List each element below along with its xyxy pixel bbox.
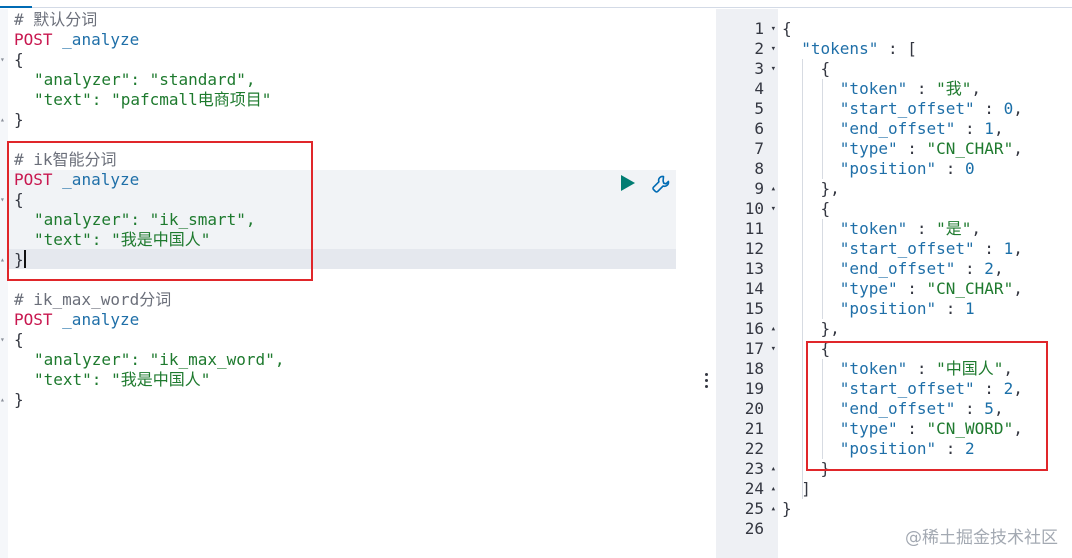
watermark: @稀土掘金技术社区 bbox=[905, 528, 1058, 548]
line-number: 16 ▴ bbox=[744, 319, 776, 339]
response-line[interactable]: }, bbox=[782, 319, 840, 339]
send-request-button[interactable] bbox=[620, 174, 636, 192]
response-line[interactable]: "type" : "CN_CHAR", bbox=[782, 279, 1023, 299]
line-number: 24 ▴ bbox=[744, 479, 776, 499]
fold-down-icon[interactable]: ▾ bbox=[771, 59, 776, 79]
comment-line[interactable]: # 默认分词 bbox=[14, 10, 97, 30]
line-number: 18 bbox=[744, 359, 764, 378]
response-line[interactable]: { bbox=[782, 59, 831, 79]
request-editor[interactable]: # 默认分词 POST _analyze { "analyzer": "stan… bbox=[0, 9, 692, 558]
line-number: 3 ▾ bbox=[754, 59, 776, 79]
line-number: 12 bbox=[744, 239, 764, 258]
line-number: 19 bbox=[744, 379, 764, 398]
request-editor-gutter bbox=[0, 9, 8, 558]
fold-up-icon[interactable]: ▴ bbox=[771, 459, 776, 479]
active-tab-indicator bbox=[0, 6, 32, 8]
line-number: 10 ▾ bbox=[744, 199, 776, 219]
response-gutter: 1 ▾ 2 ▾ 3 ▾ 4 5 6 7 8 9 ▴ 10 ▾ 11 12 13 14 15 16 ▴ 17 ▾ 18 19 20 21… bbox=[716, 9, 778, 558]
fold-up-icon[interactable]: ▴ bbox=[771, 319, 776, 339]
fold-toggle-icon[interactable]: ▾ bbox=[0, 196, 6, 204]
fold-toggle-icon[interactable]: ▾ bbox=[0, 336, 6, 344]
response-line[interactable]: ] bbox=[782, 479, 811, 499]
line-number: 1 ▾ bbox=[754, 19, 776, 39]
indent-guide bbox=[802, 59, 803, 499]
analyzer-line[interactable]: "analyzer": "standard", bbox=[34, 70, 256, 90]
line-number: 15 bbox=[744, 299, 764, 318]
play-icon bbox=[621, 175, 635, 191]
line-number: 23 ▴ bbox=[744, 459, 776, 479]
line-number: 25 ▴ bbox=[744, 499, 776, 519]
line-number: 14 bbox=[744, 279, 764, 298]
response-line[interactable]: { bbox=[782, 199, 831, 219]
line-number: 11 bbox=[744, 219, 764, 238]
fold-up-icon[interactable]: ▴ bbox=[771, 479, 776, 499]
response-line[interactable]: }, bbox=[782, 179, 840, 199]
request-options-button[interactable] bbox=[650, 173, 672, 195]
response-annotation-box bbox=[806, 341, 1048, 471]
drag-handle-icon[interactable] bbox=[705, 373, 709, 391]
request-annotation-box bbox=[7, 141, 313, 281]
line-number: 22 bbox=[744, 439, 764, 458]
fold-down-icon[interactable]: ▾ bbox=[771, 199, 776, 219]
fold-toggle-icon[interactable]: ▾ bbox=[0, 56, 6, 64]
text-line[interactable]: "text": "pafcmall电商项目" bbox=[34, 90, 271, 110]
indent-guide bbox=[822, 219, 823, 319]
line-number: 26 bbox=[744, 519, 764, 538]
line-number: 4 bbox=[754, 79, 764, 98]
fold-up-icon[interactable]: ▴ bbox=[771, 499, 776, 519]
line-number: 5 bbox=[754, 99, 764, 118]
response-line[interactable]: "start_offset" : 0, bbox=[782, 99, 1023, 119]
fold-toggle-icon[interactable]: ▴ bbox=[0, 256, 6, 264]
request-path: _analyze bbox=[62, 30, 140, 49]
text-line[interactable]: "text": "我是中国人" bbox=[34, 370, 210, 390]
line-number: 17 ▾ bbox=[744, 339, 776, 359]
line-number: 13 bbox=[744, 259, 764, 278]
brace-open[interactable]: { bbox=[14, 50, 24, 70]
line-number: 20 bbox=[744, 399, 764, 418]
pane-splitter[interactable] bbox=[692, 9, 716, 558]
response-line[interactable]: "position" : 0 bbox=[782, 159, 975, 179]
response-line[interactable]: "token" : "我", bbox=[782, 79, 981, 99]
fold-down-icon[interactable]: ▾ bbox=[771, 339, 776, 359]
fold-toggle-icon[interactable]: ▴ bbox=[0, 116, 6, 124]
top-bar bbox=[0, 0, 1072, 8]
line-number: 9 ▴ bbox=[754, 179, 776, 199]
analyzer-line[interactable]: "analyzer": "ik_max_word", bbox=[34, 350, 284, 370]
response-line[interactable]: "end_offset" : 2, bbox=[782, 259, 1004, 279]
indent-guide bbox=[822, 79, 823, 179]
http-method: POST bbox=[14, 30, 53, 49]
response-line[interactable]: "start_offset" : 1, bbox=[782, 239, 1023, 259]
line-number: 2 ▾ bbox=[754, 39, 776, 59]
brace-close[interactable]: } bbox=[14, 110, 24, 130]
response-line[interactable]: "tokens" : [ bbox=[782, 39, 917, 59]
response-line[interactable]: "position" : 1 bbox=[782, 299, 975, 319]
response-line[interactable]: } bbox=[782, 499, 792, 519]
fold-up-icon[interactable]: ▴ bbox=[771, 179, 776, 199]
brace-open[interactable]: { bbox=[14, 330, 24, 350]
fold-down-icon[interactable]: ▾ bbox=[771, 39, 776, 59]
line-number: 21 bbox=[744, 419, 764, 438]
response-line[interactable]: "end_offset" : 1, bbox=[782, 119, 1004, 139]
request-line[interactable]: POST _analyze bbox=[14, 310, 139, 330]
response-viewer[interactable]: 1 ▾ 2 ▾ 3 ▾ 4 5 6 7 8 9 ▴ 10 ▾ 11 12 13 14 15 16 ▴ 17 ▾ 18 19 20 21… bbox=[716, 9, 1072, 558]
response-line[interactable]: { bbox=[782, 19, 792, 39]
line-number: 8 bbox=[754, 159, 764, 178]
response-line[interactable]: "token" : "是", bbox=[782, 219, 981, 239]
comment-line[interactable]: # ik_max_word分词 bbox=[14, 290, 171, 310]
line-number: 7 bbox=[754, 139, 764, 158]
request-path: _analyze bbox=[62, 310, 140, 329]
http-method: POST bbox=[14, 310, 53, 329]
brace-close[interactable]: } bbox=[14, 390, 24, 410]
wrench-icon bbox=[652, 175, 670, 193]
request-line[interactable]: POST _analyze bbox=[14, 30, 139, 50]
response-line[interactable]: "type" : "CN_CHAR", bbox=[782, 139, 1023, 159]
line-number: 6 bbox=[754, 119, 764, 138]
fold-down-icon[interactable]: ▾ bbox=[771, 19, 776, 39]
fold-toggle-icon[interactable]: ▴ bbox=[0, 396, 6, 404]
